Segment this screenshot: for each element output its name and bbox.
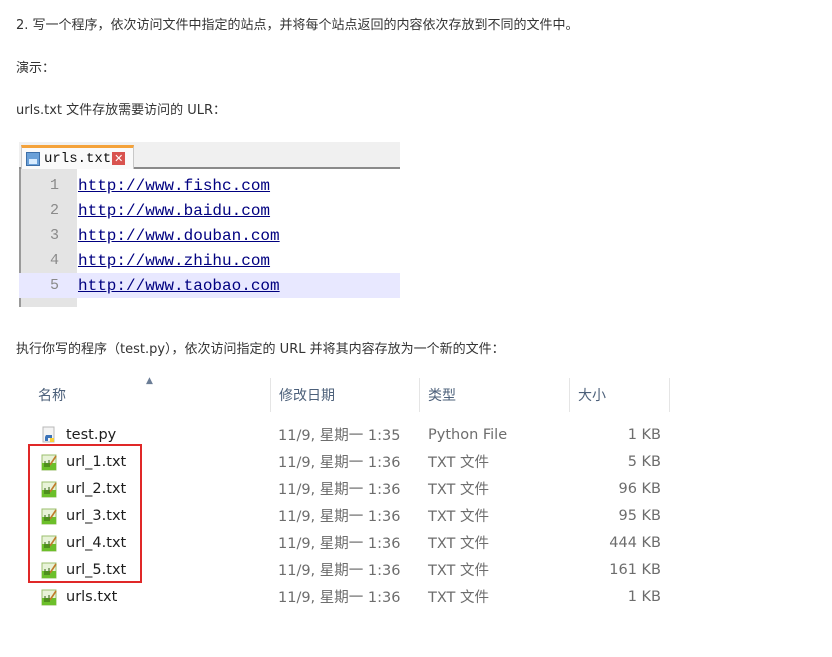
url-text[interactable]: http://www.douban.com (78, 227, 280, 245)
line-number: 3 (49, 227, 59, 244)
file-size: 95 KB (618, 507, 661, 524)
line-number: 1 (49, 177, 59, 194)
text-file-icon (41, 481, 57, 498)
file-row[interactable]: urls.txt 11/9, 星期一 1:36 TXT 文件 1 KB (30, 583, 670, 610)
file-date: 11/9, 星期一 1:36 (278, 536, 401, 552)
file-row[interactable]: url_4.txt 11/9, 星期一 1:36 TXT 文件 444 KB (30, 529, 670, 556)
file-name: url_4.txt (66, 534, 127, 551)
file-name: url_5.txt (66, 561, 127, 578)
editor-lines: 1 http://www.fishc.com 2 http://www.baid… (19, 173, 400, 298)
editor-line: 1 http://www.fishc.com (19, 173, 400, 198)
task-description: 2. 写一个程序，依次访问文件中指定的站点，并将每个站点返回的内容依次存放到不同… (16, 18, 579, 33)
file-type: Python File (428, 426, 508, 443)
file-row[interactable]: url_2.txt 11/9, 星期一 1:36 TXT 文件 96 KB (30, 475, 670, 502)
url-text[interactable]: http://www.zhihu.com (78, 252, 270, 270)
file-name: url_2.txt (66, 480, 127, 497)
line-number: 4 (49, 252, 59, 269)
text-file-icon (41, 589, 57, 606)
column-type-label: 类型 (428, 388, 456, 404)
file-name: test.py (66, 426, 117, 443)
file-size: 444 KB (609, 534, 661, 551)
editor-line: 3 http://www.douban.com (19, 223, 400, 248)
file-row[interactable]: test.py 11/9, 星期一 1:35 Python File 1 KB (30, 421, 670, 448)
file-name: url_1.txt (66, 453, 127, 470)
file-size: 161 KB (609, 561, 661, 578)
column-header-type[interactable]: 类型 (420, 378, 569, 412)
sort-ascending-icon: ▲ (146, 376, 153, 386)
editor-line-current: 5 http://www.taobao.com (19, 273, 400, 298)
editor-line: 2 http://www.baidu.com (19, 198, 400, 223)
line-number: 5 (49, 277, 59, 294)
file-size: 5 KB (627, 453, 661, 470)
tab-label: urls.txt (44, 150, 112, 167)
file-type: TXT 文件 (428, 509, 490, 525)
column-header-row: 名称 ▲ 修改日期 类型 大小 (30, 376, 670, 412)
column-name-label: 名称 (38, 388, 66, 404)
line-number: 2 (49, 202, 59, 219)
editor-tab-bar: urls.txt ✕ (19, 142, 400, 169)
editor-screenshot: urls.txt ✕ 1 http://www.fishc.com 2 http… (19, 142, 400, 307)
file-type: TXT 文件 (428, 563, 490, 579)
column-header-size[interactable]: 大小 (570, 378, 670, 412)
file-row[interactable]: url_5.txt 11/9, 星期一 1:36 TXT 文件 161 KB (30, 556, 670, 583)
run-intro: 执行你写的程序（test.py），依次访问指定的 URL 并将其内容存放为一个新… (16, 342, 505, 357)
file-rows: test.py 11/9, 星期一 1:35 Python File 1 KB … (30, 421, 670, 610)
file-date: 11/9, 星期一 1:36 (278, 563, 401, 579)
text-file-icon (41, 562, 57, 579)
file-type: TXT 文件 (428, 482, 490, 498)
file-date: 11/9, 星期一 1:36 (278, 482, 401, 498)
close-icon[interactable]: ✕ (112, 152, 126, 165)
file-date: 11/9, 星期一 1:36 (278, 590, 401, 606)
file-size: 96 KB (618, 480, 661, 497)
file-type: TXT 文件 (428, 536, 490, 552)
file-date: 11/9, 星期一 1:36 (278, 455, 401, 471)
text-file-icon (41, 535, 57, 552)
file-name: url_3.txt (66, 507, 127, 524)
text-file-icon (41, 508, 57, 525)
column-size-label: 大小 (578, 388, 606, 404)
file-type: TXT 文件 (428, 455, 490, 471)
file-date: 11/9, 星期一 1:36 (278, 509, 401, 525)
demo-label: 演示： (16, 61, 56, 76)
file-size: 1 KB (627, 588, 661, 605)
file-size: 1 KB (627, 426, 661, 443)
file-name: urls.txt (66, 588, 118, 605)
column-header-date[interactable]: 修改日期 (271, 378, 419, 412)
file-type: TXT 文件 (428, 590, 490, 606)
url-text[interactable]: http://www.baidu.com (78, 202, 270, 220)
text-file-icon (41, 454, 57, 471)
column-date-label: 修改日期 (279, 388, 335, 404)
urls-intro: urls.txt 文件存放需要访问的 ULR： (16, 103, 227, 118)
file-row[interactable]: url_1.txt 11/9, 星期一 1:36 TXT 文件 5 KB (30, 448, 670, 475)
url-text[interactable]: http://www.fishc.com (78, 177, 270, 195)
save-disk-icon (26, 151, 40, 166)
file-row[interactable]: url_3.txt 11/9, 星期一 1:36 TXT 文件 95 KB (30, 502, 670, 529)
column-header-name[interactable]: 名称 ▲ (30, 376, 270, 412)
tab-urls-txt[interactable]: urls.txt ✕ (21, 145, 134, 169)
url-text[interactable]: http://www.taobao.com (78, 277, 280, 295)
editor-line: 4 http://www.zhihu.com (19, 248, 400, 273)
python-file-icon (42, 426, 55, 443)
file-date: 11/9, 星期一 1:35 (278, 428, 401, 444)
column-divider[interactable] (669, 378, 670, 412)
file-explorer-list: 名称 ▲ 修改日期 类型 大小 test.py 11/9, 星期一 1:35 P… (30, 376, 670, 606)
